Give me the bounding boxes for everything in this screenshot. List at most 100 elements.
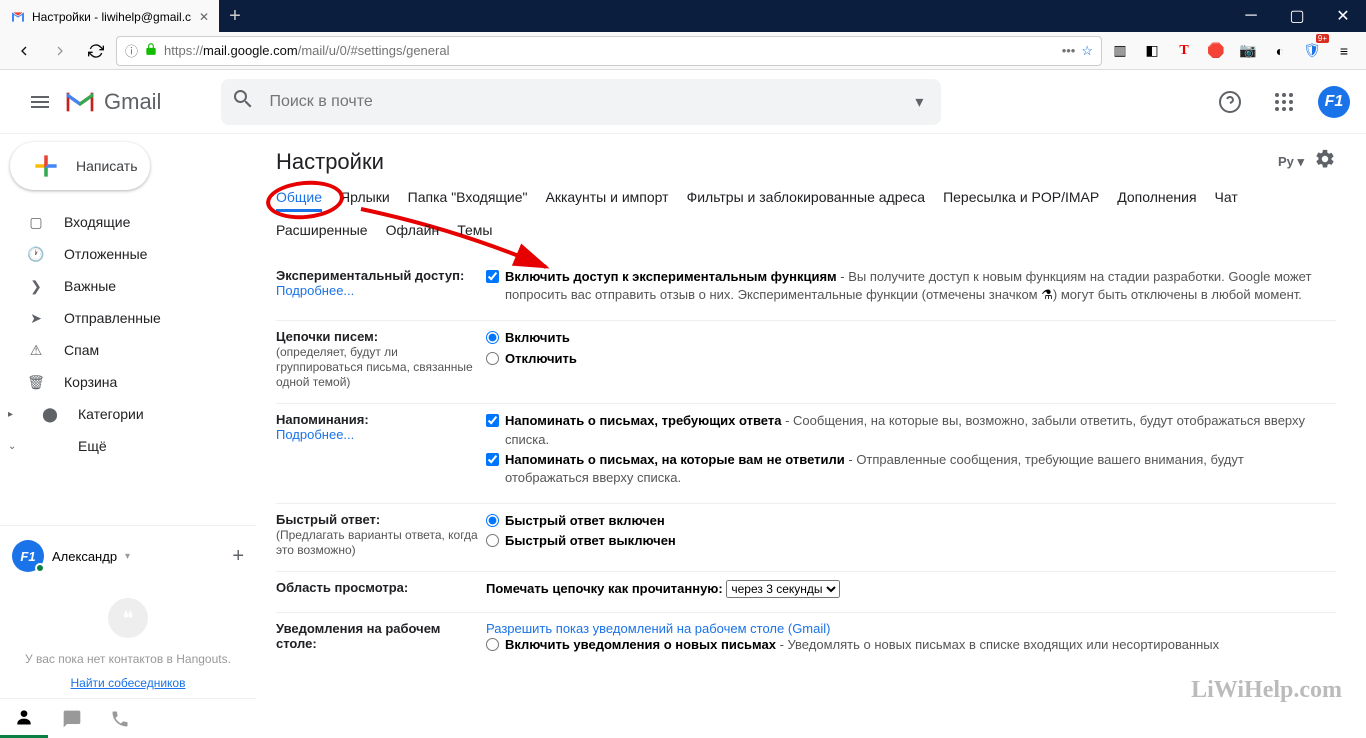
threads-off-radio[interactable] [486,352,499,365]
chevron-right-icon: ▸ [8,409,22,420]
new-tab-button[interactable]: + [219,5,251,28]
experimental-checkbox[interactable] [486,270,499,283]
account-avatar[interactable]: F1 [1318,86,1350,118]
tab-inbox[interactable]: Папка "Входящие" [408,189,528,212]
tab-labels[interactable]: Ярлыки [340,189,390,212]
density-toggle[interactable]: Pу ▾ [1278,154,1304,170]
hangouts-find-link[interactable]: Найти собеседников [12,676,244,690]
hangouts-add-button[interactable]: + [232,545,244,568]
tab-filters[interactable]: Фильтры и заблокированные адреса [687,189,926,212]
label-icon: ⬤ [40,406,60,423]
important-icon: ❯ [26,278,46,295]
browser-titlebar: Настройки - liwihelp@gmail.c ✕ + ─ ▢ ✕ [0,0,1366,32]
browser-tab[interactable]: Настройки - liwihelp@gmail.c ✕ [0,0,219,32]
close-button[interactable]: ✕ [1320,0,1366,32]
main-menu-button[interactable] [16,78,64,126]
lock-icon [144,42,158,59]
gmail-favicon [10,9,26,25]
info-icon[interactable]: ⓘ [125,41,138,60]
ext-camera-icon[interactable]: 📷 [1234,37,1262,65]
tab-close-icon[interactable]: ✕ [199,10,209,24]
forward-button[interactable] [44,35,76,67]
row-nudges: Напоминания:Подробнее... Напоминать о пи… [276,404,1336,504]
bookmark-icon[interactable]: ☆ [1081,43,1093,59]
search-options-icon[interactable]: ▾ [907,92,931,112]
search-box[interactable]: ▾ [221,79,941,125]
gmail-logo-text: Gmail [104,89,161,115]
tab-addons[interactable]: Дополнения [1117,189,1196,212]
tab-accounts[interactable]: Аккаунты и импорт [546,189,669,212]
caret-icon[interactable]: ▾ [125,551,130,562]
row-desktop: Уведомления на рабочем столе: Разрешить … [276,613,1336,671]
row-experimental: Экспериментальный доступ:Подробнее... Вк… [276,260,1336,321]
maximize-button[interactable]: ▢ [1274,0,1320,32]
tab-offline[interactable]: Офлайн [386,222,440,242]
quote-icon: ❝ [108,598,148,638]
hangouts-empty: ❝ У вас пока нет контактов в Hangouts. [12,578,244,676]
settings-title: Настройки [276,149,384,175]
ext-shield-icon[interactable]: 🛡9+ [1298,37,1326,65]
compose-button[interactable]: Написать [10,142,150,190]
hangouts-phone-tab[interactable] [96,699,144,738]
minimize-button[interactable]: ─ [1228,0,1274,32]
page-actions-icon[interactable]: ••• [1062,43,1076,58]
smartreply-on-radio[interactable] [486,514,499,527]
threads-on-radio[interactable] [486,331,499,344]
sidebar-item-important[interactable]: ❯Важные [0,270,256,302]
desktop-new-radio[interactable] [486,638,499,651]
ext-sidebar-icon[interactable]: ◧ [1138,37,1166,65]
nudge-followup-checkbox[interactable] [486,453,499,466]
search-input[interactable] [269,93,893,111]
desktop-allow-link[interactable]: Разрешить показ уведомлений на рабочем с… [486,621,1328,636]
tab-forwarding[interactable]: Пересылка и POP/IMAP [943,189,1099,212]
experimental-more-link[interactable]: Подробнее... [276,283,354,298]
tab-general[interactable]: Общие [276,189,322,212]
row-smartreply: Быстрый ответ:(Предлагать варианты ответ… [276,504,1336,572]
ext-abp-icon[interactable]: 🛑 [1202,37,1230,65]
reload-button[interactable] [80,35,112,67]
sidebar-item-sent[interactable]: ➤Отправленные [0,302,256,334]
sidebar-item-spam[interactable]: ⚠Спам [0,334,256,366]
browser-menu-icon[interactable]: ≡ [1330,37,1358,65]
compose-label: Написать [76,158,137,174]
window-controls: ─ ▢ ✕ [1228,0,1366,32]
settings-main: Настройки Pу ▾ Общие Ярлыки Папка "Входя… [256,134,1366,738]
gmail-logo[interactable]: Gmail [64,89,161,115]
support-icon[interactable] [1210,82,1250,122]
back-button[interactable] [8,35,40,67]
sidebar-item-snoozed[interactable]: 🕐Отложенные [0,238,256,270]
apps-icon[interactable] [1264,82,1304,122]
sidebar-item-inbox[interactable]: ▢Входящие [0,206,256,238]
hangouts-user-row[interactable]: F1 Александр ▾ + [12,534,244,578]
preview-select[interactable]: через 3 секунды [726,580,840,598]
ext-dots-icon[interactable]: ◐ [1266,37,1294,65]
hangouts-chat-tab[interactable] [48,699,96,738]
url-bar[interactable]: ⓘ https://mail.google.com/mail/u/0/#sett… [116,36,1102,66]
plus-icon [30,150,62,182]
gear-icon[interactable] [1314,148,1336,175]
inbox-icon: ▢ [26,214,46,231]
chevron-down-icon: ⌄ [8,441,22,452]
spam-icon: ⚠ [26,342,46,359]
send-icon: ➤ [26,310,46,327]
gmail-m-icon [64,90,96,114]
tab-advanced[interactable]: Расширенные [276,222,368,242]
hangouts-panel: F1 Александр ▾ + ❝ У вас пока нет контак… [0,525,256,698]
presence-dot [35,563,45,573]
ext-t-icon[interactable]: T [1170,37,1198,65]
search-icon[interactable] [231,87,255,116]
smartreply-off-radio[interactable] [486,534,499,547]
hangouts-avatar: F1 [12,540,44,572]
browser-toolbar: ⓘ https://mail.google.com/mail/u/0/#sett… [0,32,1366,70]
hangouts-footer [0,698,256,738]
settings-tabs-row1: Общие Ярлыки Папка "Входящие" Аккаунты и… [276,189,1336,212]
nudge-reply-checkbox[interactable] [486,414,499,427]
sidebar-item-more[interactable]: ⌄Ещё [0,430,256,462]
sidebar-item-trash[interactable]: 🗑Корзина [0,366,256,398]
sidebar-item-categories[interactable]: ▸⬤Категории [0,398,256,430]
nudges-more-link[interactable]: Подробнее... [276,427,354,442]
hangouts-contacts-tab[interactable] [0,699,48,738]
tab-themes[interactable]: Темы [457,222,492,242]
ext-library-icon[interactable]: ▥ [1106,37,1134,65]
tab-chat[interactable]: Чат [1215,189,1238,212]
